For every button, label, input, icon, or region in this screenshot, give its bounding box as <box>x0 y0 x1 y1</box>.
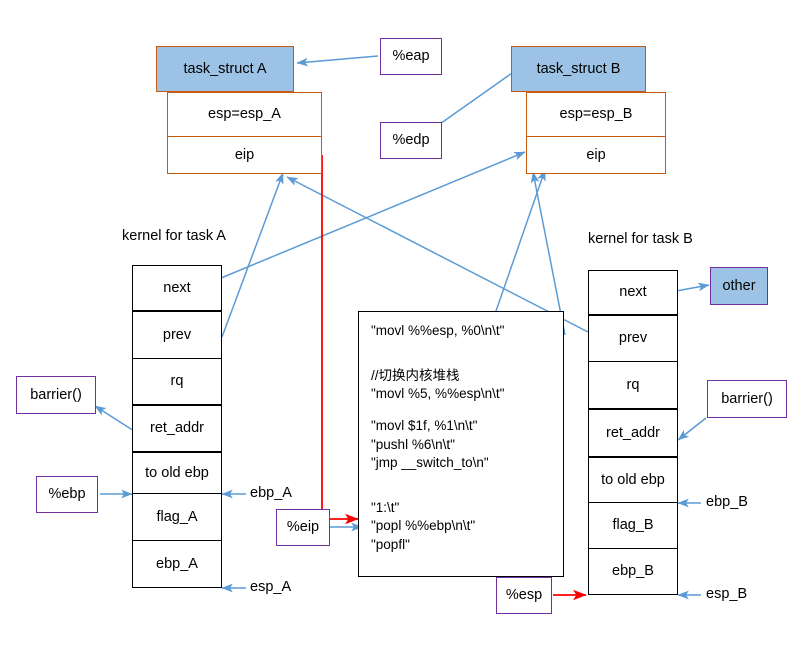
stack-b-rq-label: rq <box>626 376 640 393</box>
stack-b-prev-label: prev <box>618 330 648 347</box>
register-eap-label: %eap <box>392 48 430 65</box>
register-esp-box[interactable]: %esp <box>496 577 552 614</box>
barrier-right-box[interactable]: barrier() <box>707 380 787 418</box>
code-line: "1:\t" <box>371 499 400 515</box>
stack-a-row-ebp[interactable]: ebp_A <box>132 541 222 588</box>
stack-a-row-prev[interactable]: prev <box>132 312 222 359</box>
other-box[interactable]: other <box>710 267 768 305</box>
register-ebp-label: %ebp <box>48 486 86 503</box>
stack-b-row-to-old-ebp[interactable]: to old ebp <box>588 458 678 503</box>
stack-a-prev-label: prev <box>162 326 192 343</box>
stack-b-row-prev[interactable]: prev <box>588 316 678 362</box>
code-line: "movl $1f, %1\n\t" <box>371 417 478 433</box>
task-struct-a-esp-label: esp=esp_A <box>208 106 281 123</box>
stack-b-row-rq[interactable]: rq <box>588 362 678 410</box>
stack-b-row-ebp[interactable]: ebp_B <box>588 549 678 595</box>
stack-a-next-label: next <box>163 279 191 296</box>
pointer-label-ebp-a: ebp_A <box>250 485 292 501</box>
edge-stack-b-prev-to-task-a <box>286 176 589 333</box>
task-struct-a-row-esp[interactable]: esp=esp_A <box>167 92 322 137</box>
stack-a-row-next[interactable]: next <box>132 265 222 312</box>
caption-kernel-task-a: kernel for task A <box>122 228 226 244</box>
barrier-right-label: barrier() <box>721 390 773 407</box>
stack-b-ebp-label: ebp_B <box>612 563 654 580</box>
stack-b-flag-label: flag_B <box>612 517 654 534</box>
edge-edp-to-task-b <box>436 65 523 127</box>
register-esp-label: %esp <box>505 587 543 604</box>
code-line-list: "movl %%esp, %0\n\t" //切换内核堆栈 "movl %5, %%… <box>371 322 551 555</box>
stack-b-row-flag[interactable]: flag_B <box>588 503 678 549</box>
caption-kernel-task-b: kernel for task B <box>588 231 693 247</box>
stack-a-rq-label: rq <box>170 373 184 390</box>
code-line: "popfl" <box>371 537 410 552</box>
register-eap-box[interactable]: %eap <box>380 38 442 75</box>
stack-a-row-flag[interactable]: flag_A <box>132 494 222 541</box>
stack-b-to-old-ebp-label: to old ebp <box>601 471 665 488</box>
stack-a-row-rq[interactable]: rq <box>132 359 222 406</box>
code-line: "popl %%ebp\n\t" <box>371 518 476 534</box>
other-label: other <box>722 277 756 294</box>
stack-a-ret-addr-label: ret_addr <box>149 420 204 437</box>
task-struct-b-row-eip[interactable]: eip <box>526 137 666 174</box>
task-struct-b-esp-label: esp=esp_B <box>559 106 633 123</box>
diagram-canvas: task_struct A esp=esp_A eip task_struct … <box>0 0 809 645</box>
task-struct-a-header-label: task_struct A <box>183 60 267 77</box>
barrier-left-label: barrier() <box>30 386 82 403</box>
code-line: "movl %5, %%esp\n\t" <box>371 386 505 402</box>
pointer-label-esp-a: esp_A <box>250 579 292 595</box>
register-edp-label: %edp <box>392 132 430 149</box>
pointer-label-esp-b: esp_B <box>706 586 748 602</box>
stack-a-flag-label: flag_A <box>156 508 198 525</box>
switch-to-code-panel: "movl %%esp, %0\n\t" //切换内核堆栈 "movl %5, %%… <box>358 311 564 577</box>
code-line: "pushl %6\n\t" <box>371 436 455 452</box>
register-eip-label: %eip <box>286 519 320 536</box>
code-line: //切换内核堆栈 <box>371 367 460 383</box>
register-eip-box[interactable]: %eip <box>276 509 330 546</box>
task-struct-a-header[interactable]: task_struct A <box>156 46 294 92</box>
stack-b-row-ret-addr[interactable]: ret_addr <box>588 410 678 458</box>
task-struct-a-row-eip[interactable]: eip <box>167 137 322 174</box>
stack-b-next-label: next <box>619 284 647 301</box>
stack-b-ret-addr-label: ret_addr <box>605 424 660 441</box>
edge-stack-a-prev-to-task-a <box>221 172 284 338</box>
task-struct-a-eip-label: eip <box>234 146 255 163</box>
register-ebp-box[interactable]: %ebp <box>36 476 98 513</box>
edge-task-a-eip-to-code-red <box>283 155 359 525</box>
register-edp-box[interactable]: %edp <box>380 122 442 159</box>
edge-eap-to-task-a <box>296 55 379 67</box>
code-line: "jmp __switch_to\n" <box>371 455 489 471</box>
task-struct-b-header[interactable]: task_struct B <box>511 46 646 92</box>
task-struct-b-row-esp[interactable]: esp=esp_B <box>526 92 666 137</box>
stack-b-row-next[interactable]: next <box>588 270 678 316</box>
edge-barrier-right-to-stack-b <box>677 417 707 441</box>
pointer-label-ebp-b: ebp_B <box>706 494 748 510</box>
task-struct-b-header-label: task_struct B <box>536 60 621 77</box>
code-line: "movl %%esp, %0\n\t" <box>371 323 505 338</box>
stack-a-ebp-label: ebp_A <box>156 555 198 572</box>
task-struct-b-eip-label: eip <box>586 146 606 163</box>
stack-a-row-to-old-ebp[interactable]: to old ebp <box>132 453 222 494</box>
stack-a-row-ret-addr[interactable]: ret_addr <box>132 406 222 453</box>
stack-a-to-old-ebp-label: to old ebp <box>145 464 209 481</box>
edge-stack-a-retaddr-to-barrier <box>94 405 135 432</box>
edge-stack-b-next-to-other <box>675 282 710 292</box>
barrier-left-box[interactable]: barrier() <box>16 376 96 414</box>
